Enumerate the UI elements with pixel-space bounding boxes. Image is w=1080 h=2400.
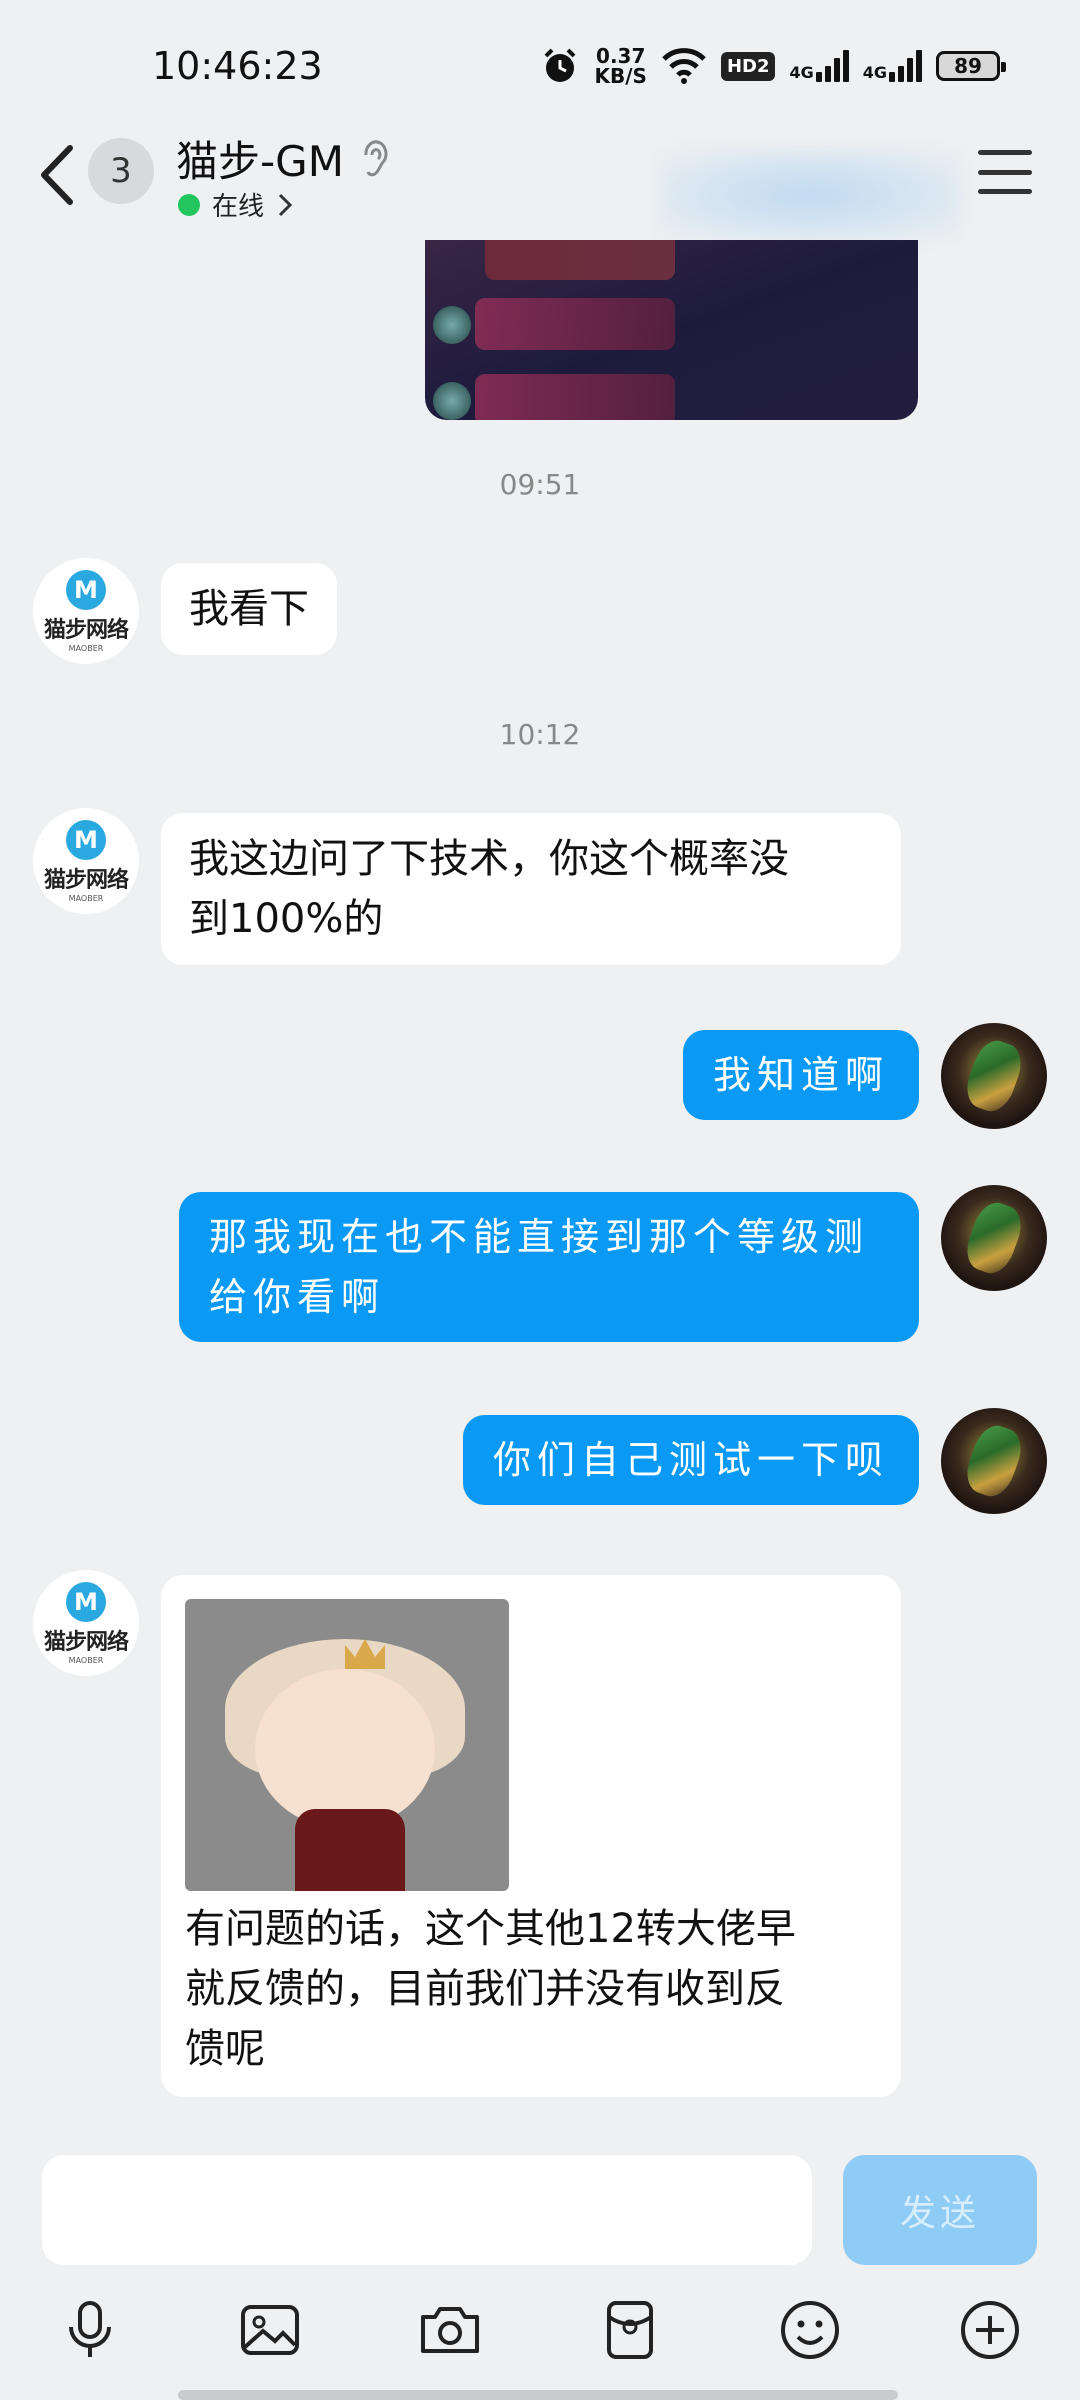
hd-badge: HD2 xyxy=(720,51,776,81)
message-text: 你们自己测试一下呗 xyxy=(492,1438,889,1482)
message-text: 我看下 xyxy=(189,586,309,632)
menu-icon-line xyxy=(978,169,1032,175)
logo-icon: M xyxy=(66,569,106,610)
message-text-line: 那我现在也不能直接到那个等级测 xyxy=(209,1215,870,1259)
timestamp: 09:51 xyxy=(499,468,581,501)
red-packet-button[interactable] xyxy=(590,2290,670,2370)
alarm-icon xyxy=(545,48,576,82)
logo-icon: M xyxy=(66,1581,106,1622)
contact-name: 猫步-GM xyxy=(176,137,344,186)
contact-title[interactable]: 猫步-GM xyxy=(176,128,392,189)
signal-bars-icon xyxy=(815,50,849,82)
signal-1: 4G xyxy=(789,50,849,82)
image-content xyxy=(433,382,471,420)
battery-level: 89 xyxy=(954,54,982,78)
status-text: 在线 xyxy=(212,192,265,222)
logo-sub: MAOBER xyxy=(68,893,104,903)
message-text: 我知道啊 xyxy=(712,1053,889,1097)
status-icons: 0.37 KB/S HD2 4G 4G 89 xyxy=(540,44,1006,88)
logo-text: 猫步网络 xyxy=(43,867,129,893)
wifi-icon xyxy=(662,48,706,84)
message-text-line: 到100%的 xyxy=(189,896,384,942)
speed-unit: KB/S xyxy=(594,64,647,88)
input-area: 发送 xyxy=(0,2135,1080,2400)
header-blur-decoration xyxy=(660,150,960,240)
avatar[interactable]: M 猫步网络 MAOBER xyxy=(33,558,139,664)
network-type: 4G xyxy=(862,63,887,82)
sticker-image[interactable] xyxy=(185,1599,509,1891)
message-input[interactable] xyxy=(42,2155,812,2265)
chevron-right-icon xyxy=(278,193,293,216)
emoji-button[interactable] xyxy=(770,2290,850,2370)
chat-area[interactable]: 09:51 M 猫步网络 MAOBER 我看下 10:12 M 猫步网络 MAO… xyxy=(0,240,1080,2135)
message-text-line: 就反馈的，目前我们并没有收到反 xyxy=(185,1966,785,2012)
send-button[interactable]: 发送 xyxy=(843,2155,1037,2265)
network-type: 4G xyxy=(789,63,814,82)
image-message[interactable] xyxy=(425,240,918,420)
voice-button[interactable] xyxy=(50,2290,130,2370)
battery-icon: 89 xyxy=(936,51,1006,81)
menu-button[interactable] xyxy=(978,150,1032,194)
network-speed: 0.37 KB/S xyxy=(594,46,646,86)
avatar[interactable] xyxy=(941,1023,1047,1129)
logo-sub: MAOBER xyxy=(68,1655,104,1665)
emoji-icon xyxy=(781,2301,839,2359)
avatar[interactable]: M 猫步网络 MAOBER xyxy=(33,1570,139,1676)
logo-icon: M xyxy=(66,819,106,860)
back-button[interactable] xyxy=(32,140,82,210)
image-content xyxy=(433,306,471,344)
online-dot xyxy=(178,193,200,216)
status-bar: 10:46:23 0.37 KB/S HD2 4G 4G 89 xyxy=(0,0,1080,130)
message-text-line: 我这边问了下技术，你这个概率没 xyxy=(189,836,789,882)
gallery-button[interactable] xyxy=(230,2290,310,2370)
plus-icon xyxy=(961,2301,1019,2359)
image-icon xyxy=(241,2305,299,2355)
signal-bars-icon xyxy=(889,50,922,82)
message-text-line: 馈呢 xyxy=(185,2026,265,2072)
menu-icon-line xyxy=(978,150,1032,155)
logo-text: 猫步网络 xyxy=(43,1629,129,1655)
speed-value: 0.37 xyxy=(596,44,646,68)
timestamp: 10:12 xyxy=(499,718,581,751)
signal-2: 4G xyxy=(863,50,922,82)
microphone-icon xyxy=(69,2301,111,2357)
home-indicator[interactable] xyxy=(178,2390,898,2400)
menu-icon-line xyxy=(978,189,1032,194)
logo-text: 猫步网络 xyxy=(43,617,129,643)
message-text-line: 给你看啊 xyxy=(209,1275,386,1319)
unread-count-badge[interactable]: 3 xyxy=(88,138,154,204)
red-packet-icon xyxy=(607,2301,653,2359)
logo-sub: MAOBER xyxy=(68,643,104,653)
sticker-content xyxy=(255,1669,435,1829)
camera-button[interactable] xyxy=(410,2290,490,2370)
status-time: 10:46:23 xyxy=(152,44,323,88)
more-button[interactable] xyxy=(950,2290,1030,2370)
camera-icon xyxy=(421,2307,479,2353)
message-bubble[interactable]: 我知道啊 xyxy=(682,1030,919,1120)
avatar[interactable]: M 猫步网络 MAOBER xyxy=(33,808,139,914)
message-bubble[interactable]: 你们自己测试一下呗 xyxy=(462,1415,919,1505)
avatar[interactable] xyxy=(941,1408,1047,1514)
message-bubble[interactable]: 那我现在也不能直接到那个等级测 给你看啊 xyxy=(179,1192,919,1342)
image-content xyxy=(485,240,675,280)
sticker-content xyxy=(295,1809,405,1891)
image-content xyxy=(475,374,675,420)
avatar[interactable] xyxy=(941,1185,1047,1291)
image-content xyxy=(475,298,675,350)
contact-status[interactable]: 在线 xyxy=(178,186,294,223)
message-bubble[interactable]: 我这边问了下技术，你这个概率没 到100%的 xyxy=(161,813,901,965)
message-bubble[interactable]: 我看下 xyxy=(161,563,337,655)
input-toolbar xyxy=(0,2290,1080,2370)
ear-icon xyxy=(364,139,388,176)
message-text-line: 有问题的话，这个其他12转大佬早 xyxy=(185,1906,796,1952)
message-bubble[interactable]: 有问题的话，这个其他12转大佬早 就反馈的，目前我们并没有收到反 馈呢 xyxy=(161,1575,901,2097)
